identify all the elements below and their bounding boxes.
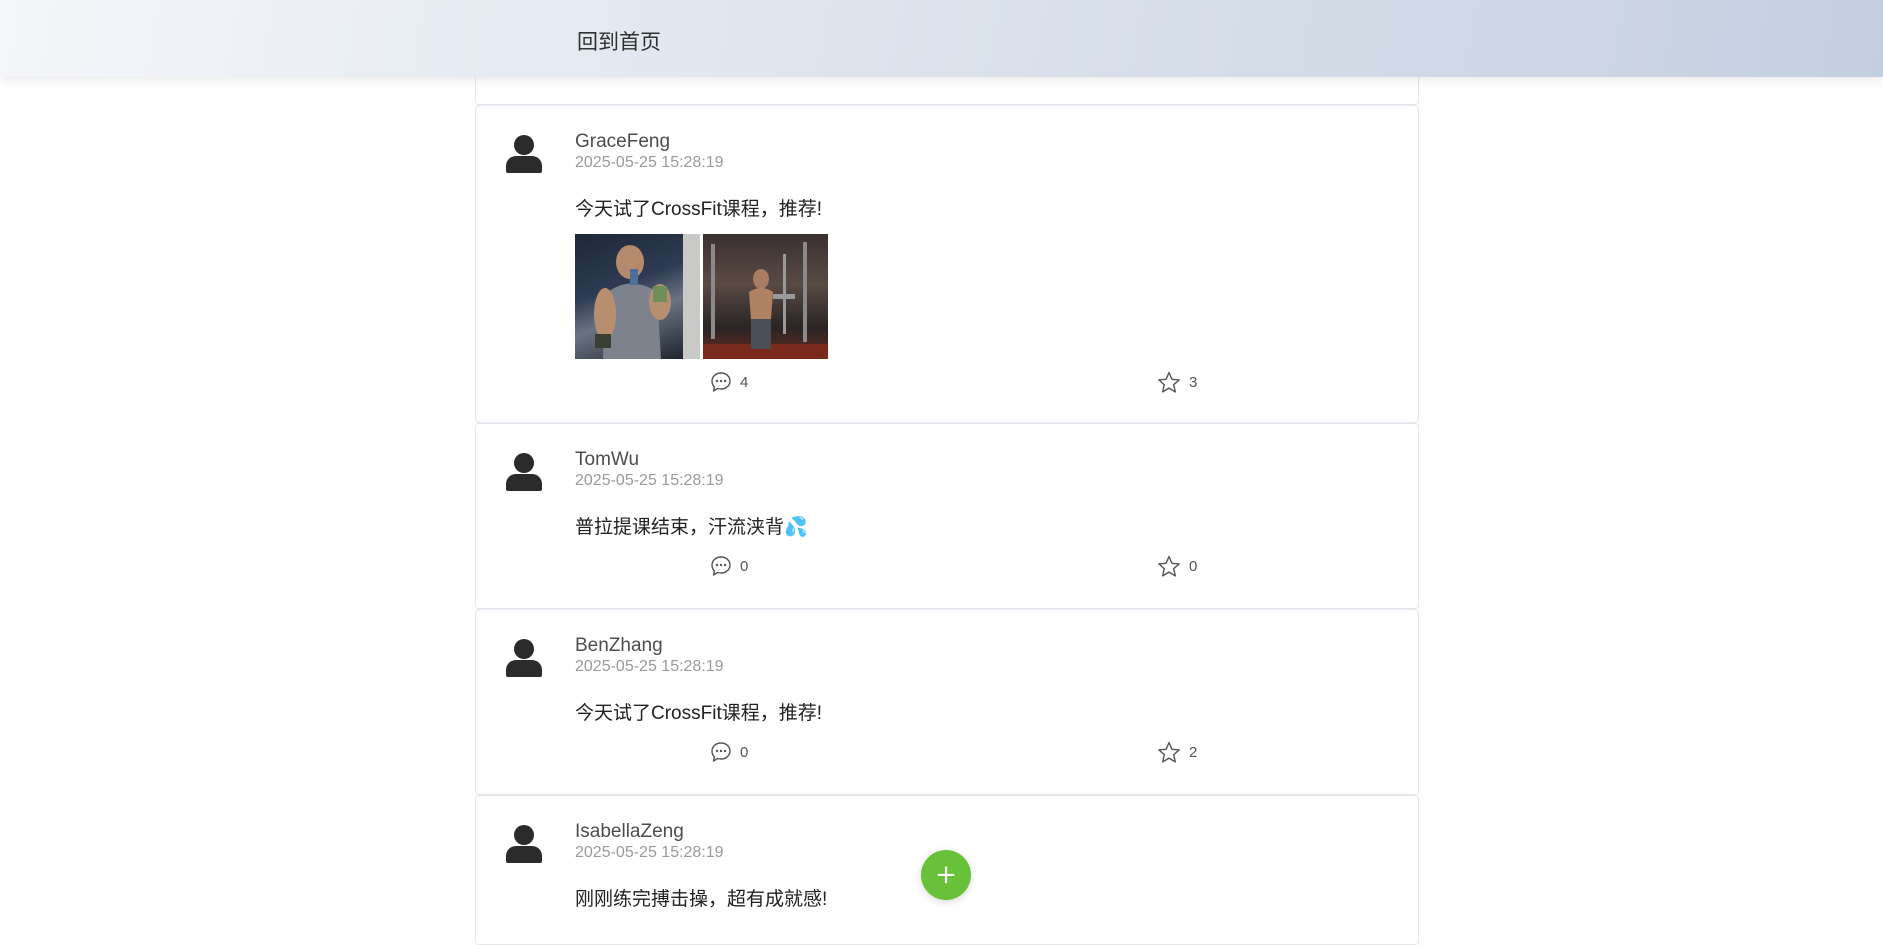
- like-button[interactable]: 2: [1157, 741, 1197, 764]
- post-time: 2025-05-25 15:28:19: [575, 472, 724, 489]
- star-icon: [1158, 555, 1180, 577]
- post-feed: GraceFeng 2025-05-25 15:28:19 今天试了CrossF…: [475, 0, 1419, 945]
- user-avatar-icon[interactable]: [506, 825, 542, 863]
- comment-button[interactable]: 4: [710, 371, 748, 393]
- comment-button[interactable]: 0: [710, 741, 748, 763]
- comment-count: 4: [740, 373, 749, 391]
- post-time: 2025-05-25 15:28:19: [575, 658, 724, 675]
- add-post-button[interactable]: +: [921, 850, 971, 900]
- like-count: 2: [1189, 744, 1198, 761]
- post-content: 今天试了CrossFit课程，推荐!: [575, 199, 823, 220]
- plus-icon: +: [935, 860, 957, 890]
- star-icon: [1158, 371, 1180, 393]
- post-content: 刚刚练完搏击操，超有成就感!: [575, 889, 828, 910]
- post-username[interactable]: BenZhang: [575, 635, 663, 657]
- user-avatar-icon[interactable]: [506, 453, 542, 491]
- comment-icon: [711, 372, 731, 392]
- comment-icon: [711, 556, 731, 576]
- post-image[interactable]: [575, 234, 700, 359]
- post-content: 普拉提课结束，汗流浃背💦: [575, 517, 808, 538]
- post-time: 2025-05-25 15:28:19: [575, 844, 724, 861]
- like-count: 3: [1189, 374, 1198, 391]
- star-icon: [1158, 741, 1180, 763]
- like-count: 0: [1189, 558, 1198, 575]
- post-card: BenZhang 2025-05-25 15:28:19 今天试了CrossFi…: [475, 609, 1419, 795]
- top-bar: 回到首页: [0, 0, 1883, 77]
- like-button[interactable]: 0: [1157, 555, 1197, 578]
- like-button[interactable]: 3: [1157, 371, 1197, 394]
- post-username[interactable]: IsabellaZeng: [575, 821, 684, 843]
- comment-count: 0: [740, 557, 749, 575]
- post-image[interactable]: [703, 234, 828, 359]
- post-content: 今天试了CrossFit课程，推荐!: [575, 703, 823, 724]
- post-username[interactable]: GraceFeng: [575, 131, 670, 153]
- comment-icon: [711, 742, 731, 762]
- home-link[interactable]: 回到首页: [577, 26, 661, 56]
- post-time: 2025-05-25 15:28:19: [575, 154, 724, 171]
- user-avatar-icon[interactable]: [506, 639, 542, 677]
- user-avatar-icon[interactable]: [506, 135, 542, 173]
- post-username[interactable]: TomWu: [575, 449, 639, 471]
- post-card: GraceFeng 2025-05-25 15:28:19 今天试了CrossF…: [475, 105, 1419, 423]
- comment-button[interactable]: 0: [710, 555, 748, 577]
- comment-count: 0: [740, 743, 749, 761]
- post-card: TomWu 2025-05-25 15:28:19 普拉提课结束，汗流浃背💦 0…: [475, 423, 1419, 609]
